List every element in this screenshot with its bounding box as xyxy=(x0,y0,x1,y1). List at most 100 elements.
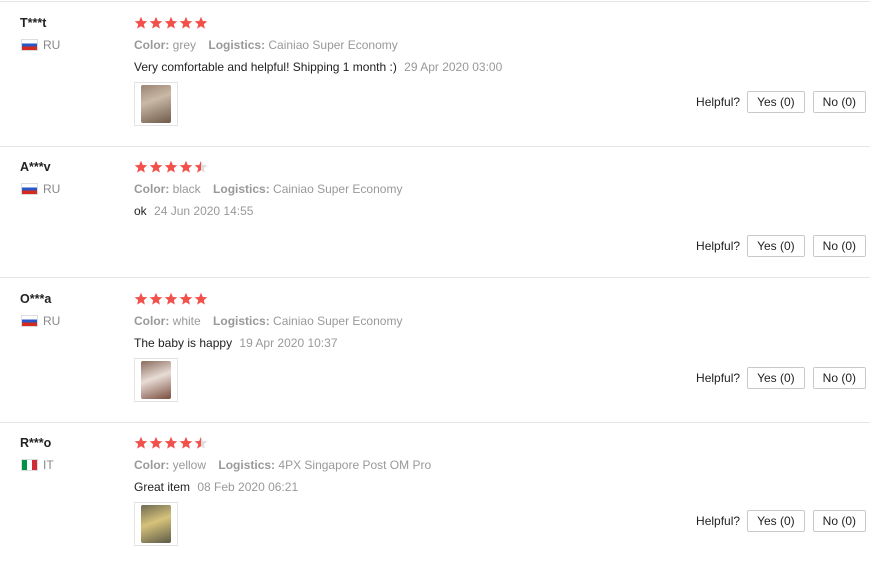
logistics-label: Logistics: xyxy=(213,182,270,196)
country-code: RU xyxy=(43,38,61,52)
review-date: 29 Apr 2020 03:00 xyxy=(404,60,503,74)
helpful-label: Helpful? xyxy=(696,95,741,109)
star-icon xyxy=(164,436,178,449)
review-date: 19 Apr 2020 10:37 xyxy=(239,336,338,350)
order-info: Color: black Logistics: Cainiao Super Ec… xyxy=(134,182,402,196)
logistics-value: Cainiao Super Economy xyxy=(268,38,398,52)
star-icon xyxy=(194,436,208,449)
reviewer-name: A***v xyxy=(20,160,51,174)
star-icon xyxy=(149,160,163,173)
review-comment: The baby is happy 19 Apr 2020 10:37 xyxy=(134,336,338,350)
review-divider xyxy=(0,277,870,278)
star-icon xyxy=(179,292,193,305)
top-divider xyxy=(0,1,870,2)
star-rating xyxy=(134,292,208,306)
star-icon xyxy=(149,16,163,29)
reviewer-name: T***t xyxy=(20,16,47,30)
reviewer-country: RU xyxy=(21,38,60,52)
color-value: white xyxy=(172,314,201,328)
logistics-value: Cainiao Super Economy xyxy=(273,182,403,196)
country-code: IT xyxy=(43,458,54,472)
italy-flag-icon xyxy=(21,459,38,471)
review-photo xyxy=(141,85,171,123)
helpful-no-button[interactable]: No (0) xyxy=(812,91,866,113)
helpful-voting: Helpful? Yes (0) No (0) xyxy=(696,235,866,257)
star-rating xyxy=(134,160,208,174)
star-icon xyxy=(164,160,178,173)
comment-text: The baby is happy xyxy=(134,336,233,350)
star-icon xyxy=(149,292,163,305)
star-icon xyxy=(134,16,148,29)
reviewer-country: RU xyxy=(21,182,60,196)
star-icon xyxy=(179,436,193,449)
review-item: O***a RU Color: white Logistics: Cainiao… xyxy=(0,292,870,423)
review-comment: Great item 08 Feb 2020 06:21 xyxy=(134,480,298,494)
color-label: Color: xyxy=(134,314,170,328)
helpful-yes-button[interactable]: Yes (0) xyxy=(747,91,805,113)
review-item: R***o IT Color: yellow Logistics: 4PX Si… xyxy=(0,436,870,564)
logistics-value: 4PX Singapore Post OM Pro xyxy=(278,458,432,472)
review-item: T***t RU Color: grey Logistics: Cainiao … xyxy=(0,16,870,147)
helpful-label: Helpful? xyxy=(696,371,741,385)
star-icon xyxy=(164,292,178,305)
review-date: 08 Feb 2020 06:21 xyxy=(197,480,299,494)
order-info: Color: white Logistics: Cainiao Super Ec… xyxy=(134,314,402,328)
order-info: Color: yellow Logistics: 4PX Singapore P… xyxy=(134,458,431,472)
helpful-voting: Helpful? Yes (0) No (0) xyxy=(696,367,866,389)
comment-text: ok xyxy=(134,204,147,218)
review-photo xyxy=(141,505,171,543)
comment-text: Great item xyxy=(134,480,191,494)
country-code: RU xyxy=(43,182,61,196)
review-comment: ok 24 Jun 2020 14:55 xyxy=(134,204,253,218)
color-value: black xyxy=(172,182,201,196)
review-photo xyxy=(141,361,171,399)
helpful-voting: Helpful? Yes (0) No (0) xyxy=(696,510,866,532)
logistics-label: Logistics: xyxy=(218,458,276,472)
review-comment: Very comfortable and helpful! Shipping 1… xyxy=(134,60,502,74)
star-rating xyxy=(134,16,208,30)
star-icon xyxy=(134,292,148,305)
star-icon xyxy=(179,160,193,173)
reviewer-name: R***o xyxy=(20,436,52,450)
helpful-label: Helpful? xyxy=(696,239,741,253)
color-value: grey xyxy=(172,38,197,52)
helpful-no-button[interactable]: No (0) xyxy=(812,510,866,532)
russia-flag-icon xyxy=(21,39,38,51)
helpful-yes-button[interactable]: Yes (0) xyxy=(747,367,805,389)
helpful-no-button[interactable]: No (0) xyxy=(812,367,866,389)
order-info: Color: grey Logistics: Cainiao Super Eco… xyxy=(134,38,398,52)
review-photo-thumbnail[interactable] xyxy=(134,82,178,126)
helpful-yes-button[interactable]: Yes (0) xyxy=(747,235,805,257)
helpful-no-button[interactable]: No (0) xyxy=(812,235,866,257)
star-icon xyxy=(179,16,193,29)
russia-flag-icon xyxy=(21,315,38,327)
review-divider xyxy=(0,422,870,423)
star-icon xyxy=(194,16,208,29)
review-date: 24 Jun 2020 14:55 xyxy=(154,204,254,218)
country-code: RU xyxy=(43,314,61,328)
star-icon xyxy=(134,436,148,449)
color-label: Color: xyxy=(134,38,170,52)
star-icon xyxy=(164,16,178,29)
russia-flag-icon xyxy=(21,183,38,195)
star-icon xyxy=(194,160,208,173)
review-photo-thumbnail[interactable] xyxy=(134,502,178,546)
color-label: Color: xyxy=(134,458,170,472)
logistics-label: Logistics: xyxy=(208,38,266,52)
logistics-value: Cainiao Super Economy xyxy=(273,314,403,328)
helpful-label: Helpful? xyxy=(696,514,741,528)
star-icon xyxy=(149,436,163,449)
star-icon xyxy=(134,160,148,173)
review-photo-thumbnail[interactable] xyxy=(134,358,178,402)
star-rating xyxy=(134,436,208,450)
comment-text: Very comfortable and helpful! Shipping 1… xyxy=(134,60,397,74)
review-divider xyxy=(0,146,870,147)
logistics-label: Logistics: xyxy=(213,314,270,328)
reviewer-country: RU xyxy=(21,314,60,328)
reviewer-name: O***a xyxy=(20,292,52,306)
helpful-voting: Helpful? Yes (0) No (0) xyxy=(696,91,866,113)
review-item: A***v RU Color: black Logistics: Cainiao… xyxy=(0,160,870,278)
helpful-yes-button[interactable]: Yes (0) xyxy=(747,510,805,532)
color-label: Color: xyxy=(134,182,170,196)
star-icon xyxy=(194,292,208,305)
